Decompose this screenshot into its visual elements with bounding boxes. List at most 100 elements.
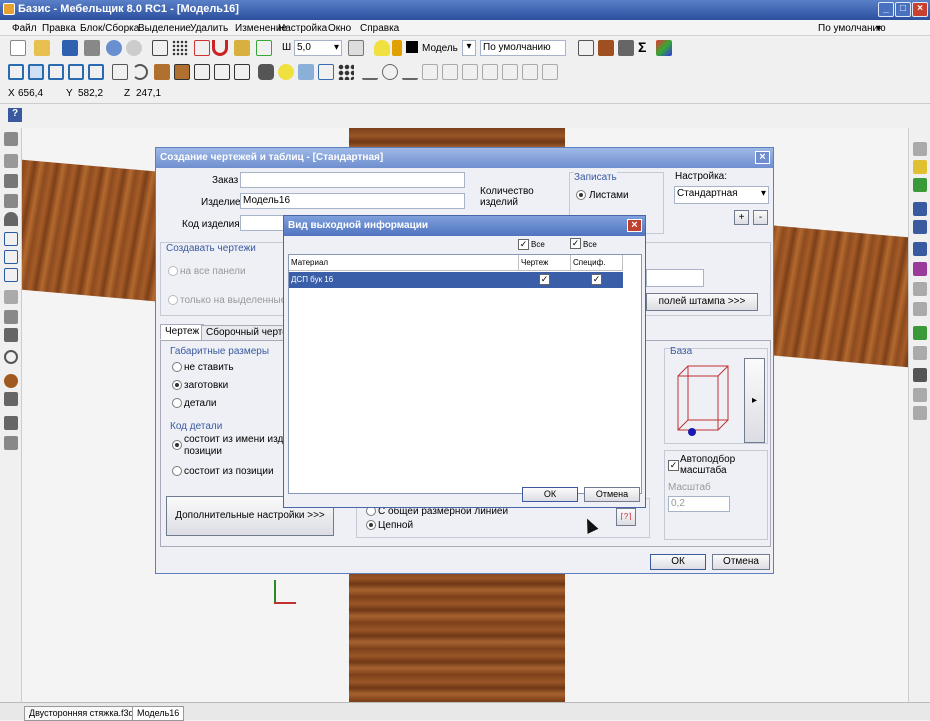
- all-drawings-checkbox[interactable]: ✓: [518, 239, 529, 250]
- sub-cancel-button[interactable]: Отмена: [584, 487, 640, 502]
- stamp-icon[interactable]: [618, 40, 634, 56]
- doc-tab-1[interactable]: Двусторонняя стяжка.f3d: [24, 706, 139, 721]
- ruler-icon[interactable]: [234, 40, 250, 56]
- hinge-icon[interactable]: [522, 64, 538, 80]
- panel-icon[interactable]: [598, 40, 614, 56]
- sphere-icon[interactable]: [4, 374, 18, 388]
- close-icon[interactable]: ×: [912, 2, 928, 17]
- cancel-button[interactable]: Отмена: [712, 554, 770, 570]
- grid-panel-icon[interactable]: [4, 232, 18, 246]
- row-drawing-checkbox[interactable]: ✓: [539, 274, 550, 285]
- cut-icon[interactable]: [578, 40, 594, 56]
- handle-icon[interactable]: [542, 64, 558, 80]
- new-file-icon[interactable]: [10, 40, 26, 56]
- solid-icon[interactable]: [4, 416, 18, 430]
- menu-window[interactable]: Окно: [328, 23, 351, 34]
- tab-drawing[interactable]: Чертеж: [160, 324, 205, 340]
- arc-panel-icon[interactable]: [4, 212, 18, 226]
- menu-file[interactable]: Файл: [12, 23, 37, 34]
- edge-band-icon[interactable]: [913, 202, 927, 216]
- profile-icon[interactable]: [4, 290, 18, 304]
- ok-button[interactable]: ОК: [650, 554, 706, 570]
- vertical-panel-icon[interactable]: [4, 154, 18, 168]
- wireframe-icon[interactable]: [194, 64, 210, 80]
- sum-icon[interactable]: Σ: [638, 39, 646, 55]
- open-folder-icon[interactable]: [34, 40, 50, 56]
- fastener2-icon[interactable]: [913, 388, 927, 402]
- hidden-lines-icon[interactable]: [214, 64, 230, 80]
- rotate-icon[interactable]: [132, 64, 148, 80]
- remove-preset-button[interactable]: -: [753, 210, 768, 225]
- fitting-icon[interactable]: [913, 178, 927, 192]
- print-icon[interactable]: [84, 40, 100, 56]
- y-value[interactable]: 582,2: [78, 88, 103, 99]
- lamp-icon[interactable]: [278, 64, 294, 80]
- top-view-icon[interactable]: [68, 64, 84, 80]
- selected-only-radio[interactable]: [168, 295, 178, 305]
- undo-icon[interactable]: [106, 40, 122, 56]
- pattern-icon[interactable]: [338, 64, 354, 80]
- layers-icon[interactable]: [348, 40, 364, 56]
- eye-icon[interactable]: [382, 64, 398, 80]
- all-panels-radio[interactable]: [168, 266, 178, 276]
- dim2-icon[interactable]: [402, 64, 418, 80]
- door-icon[interactable]: [502, 64, 518, 80]
- add-preset-button[interactable]: +: [734, 210, 749, 225]
- menu-help[interactable]: Справка: [360, 23, 399, 34]
- dim-settings-icon[interactable]: ⌈?⌉: [616, 508, 636, 526]
- code-position-radio[interactable]: [172, 466, 182, 476]
- cutout-icon[interactable]: [913, 282, 927, 296]
- props-icon[interactable]: [913, 142, 927, 156]
- edge-band2-icon[interactable]: [913, 220, 927, 234]
- stamp-fields-button[interactable]: полей штампа >>>: [646, 293, 758, 311]
- edge2-icon[interactable]: [4, 268, 18, 282]
- default-select[interactable]: По умолчанию: [480, 40, 566, 56]
- extrude-icon[interactable]: [4, 310, 18, 324]
- menu-block[interactable]: Блок/Сборка: [80, 23, 139, 34]
- section-icon[interactable]: [422, 64, 438, 80]
- shaded-edges-icon[interactable]: [174, 64, 190, 80]
- frontal-panel-icon[interactable]: [4, 194, 18, 208]
- horizontal-panel-icon[interactable]: [4, 174, 18, 188]
- chevron-down-icon[interactable]: ▾: [876, 23, 881, 34]
- cutout2-icon[interactable]: [913, 302, 927, 316]
- step-select[interactable]: 5,0 ▾: [294, 40, 342, 56]
- x-value[interactable]: 656,4: [18, 88, 43, 99]
- panel-tool-icon[interactable]: [4, 132, 18, 146]
- scale-icon[interactable]: [318, 64, 334, 80]
- close-icon[interactable]: ×: [755, 151, 770, 164]
- car-icon[interactable]: [258, 64, 274, 80]
- dims-none-radio[interactable]: [172, 362, 182, 372]
- hole-icon[interactable]: [913, 346, 927, 360]
- menu-edit[interactable]: Правка: [42, 23, 76, 34]
- aux-input[interactable]: [646, 269, 704, 287]
- iso-view-icon[interactable]: [88, 64, 104, 80]
- drawer-icon[interactable]: [462, 64, 478, 80]
- pyramid-icon[interactable]: [4, 392, 18, 406]
- groove-icon[interactable]: [913, 262, 927, 276]
- doc-tab-2[interactable]: Модель16: [132, 706, 185, 721]
- axes-icon[interactable]: [152, 40, 168, 56]
- pipe-icon[interactable]: [4, 436, 18, 450]
- redo-icon[interactable]: [126, 40, 142, 56]
- maximize-icon[interactable]: □: [895, 2, 911, 17]
- fastener-icon[interactable]: [913, 368, 927, 382]
- chain-radio[interactable]: [366, 520, 376, 530]
- edge-icon[interactable]: [4, 250, 18, 264]
- help-icon[interactable]: ?: [8, 108, 22, 122]
- order-input[interactable]: [240, 172, 465, 188]
- bend-icon[interactable]: [4, 328, 18, 342]
- shelf-icon[interactable]: [482, 64, 498, 80]
- magnet-icon[interactable]: [212, 40, 228, 56]
- grid-icon[interactable]: [172, 40, 188, 56]
- edge-band3-icon[interactable]: [913, 242, 927, 256]
- settings-select[interactable]: Стандартная ▾: [674, 186, 769, 204]
- menu-settings[interactable]: Настройка: [278, 23, 327, 34]
- revolve-icon[interactable]: [4, 350, 18, 364]
- box-view-icon[interactable]: [8, 64, 24, 80]
- light-bulb-icon[interactable]: [374, 40, 390, 56]
- lock-icon[interactable]: [392, 40, 402, 56]
- connector-icon[interactable]: [913, 326, 927, 340]
- outline-icon[interactable]: [234, 64, 250, 80]
- snap-icon[interactable]: [194, 40, 210, 56]
